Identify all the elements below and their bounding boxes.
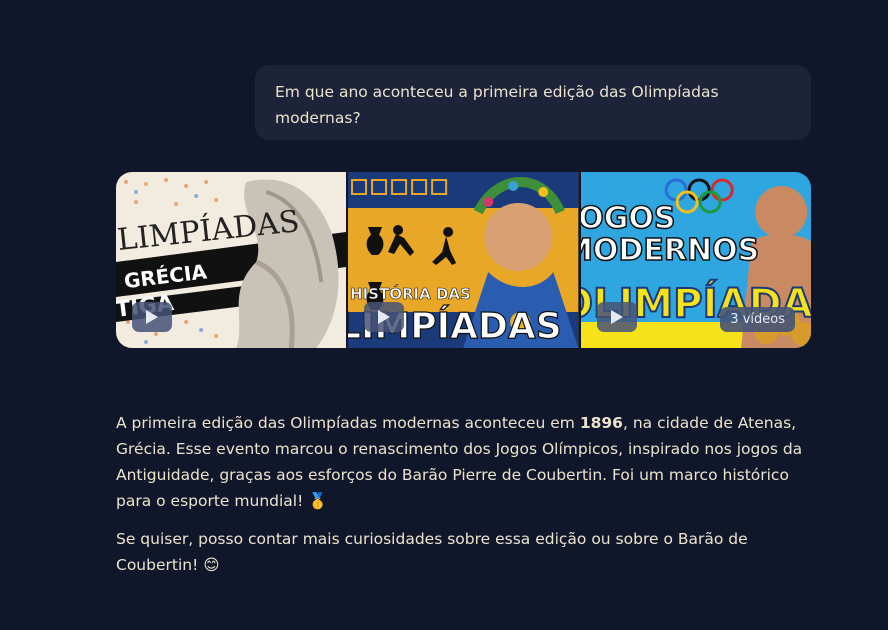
answer-year: 1896 — [579, 414, 623, 432]
thumbnail-2-subtitle: HISTÓRIA DAS — [350, 284, 471, 303]
video-thumbnail-2[interactable]: HISTÓRIA DAS LIMPÍADAS — [348, 172, 579, 348]
play-button-3[interactable] — [596, 302, 637, 332]
video-thumbnail-3[interactable]: JOGOS MODERNOS OLIMPÍADAS ! 3 vídeos — [580, 172, 811, 348]
play-icon — [378, 310, 391, 324]
video-count-badge[interactable]: 3 vídeos — [720, 307, 795, 332]
answer-paragraph-2: Se quiser, posso contar mais curiosidade… — [116, 530, 748, 574]
thumbnail-3-title: JOGOS — [581, 201, 676, 236]
play-button-1[interactable] — [132, 302, 172, 332]
thumbnail-1-subtitle: GRÉCIA — [123, 259, 209, 293]
answer-paragraph-1: A primeira edição das Olimpíadas moderna… — [116, 410, 806, 514]
user-message-bubble: Em que ano aconteceu a primeira edição d… — [255, 65, 811, 140]
assistant-answer: A primeira edição das Olimpíadas moderna… — [116, 410, 806, 590]
play-icon — [146, 310, 158, 324]
thumbnail-3-title-2: MODERNOS — [581, 233, 759, 268]
user-message-text: Em que ano aconteceu a primeira edição d… — [275, 83, 719, 127]
video-thumbnail-1[interactable]: LIMPÍADAS GRÉCIA TIGA — [116, 172, 347, 348]
answer-text: A primeira edição das Olimpíadas moderna… — [116, 414, 580, 432]
thumbnail-1-title: LIMPÍADAS — [116, 203, 301, 258]
play-icon — [610, 310, 623, 324]
play-button-2[interactable] — [364, 302, 405, 332]
video-carousel: LIMPÍADAS GRÉCIA TIGA — [116, 172, 811, 348]
